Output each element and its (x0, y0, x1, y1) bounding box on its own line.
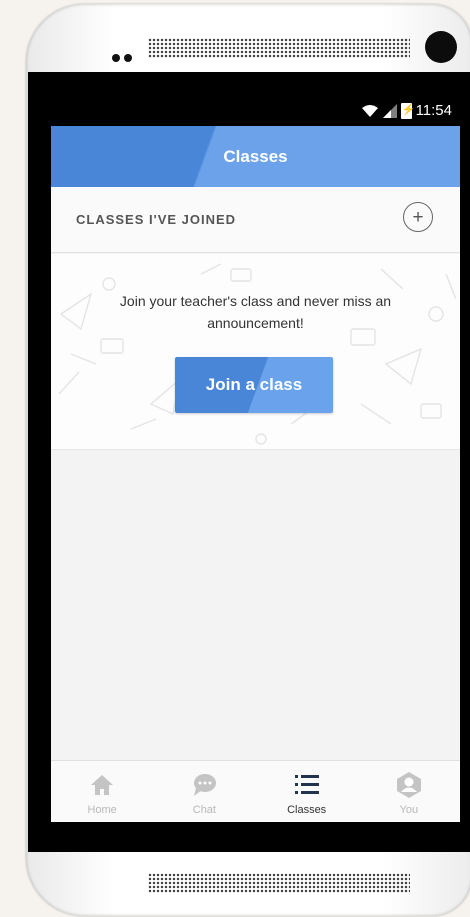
home-icon (91, 775, 114, 795)
join-class-button[interactable]: Join a class (175, 357, 333, 413)
app-bar: Classes (51, 126, 460, 187)
battery-charging-icon (400, 102, 415, 119)
tab-classes[interactable]: Classes (256, 761, 358, 822)
tab-label-you: You (399, 804, 419, 816)
section-title: CLASSES I'VE JOINED (76, 212, 237, 227)
status-time: 11:54 (415, 102, 452, 119)
tab-chat[interactable]: Chat (153, 761, 255, 822)
tab-home[interactable]: Home (51, 761, 153, 822)
tab-label-chat: Chat (192, 804, 216, 816)
app-screen: 11:54 Classes CLASSES I'VE JOINED + (51, 96, 460, 822)
front-camera (425, 31, 457, 63)
top-speaker-grille (148, 38, 410, 58)
wifi-icon (361, 104, 378, 117)
status-bar: 11:54 (51, 96, 460, 126)
bottom-tab-bar: Home Chat Classes You (51, 760, 460, 822)
signal-icon (382, 103, 397, 118)
tab-label-classes: Classes (287, 804, 327, 816)
tab-label-home: Home (87, 804, 117, 816)
school-doodle-background (58, 263, 457, 445)
page-title: Classes (223, 146, 288, 166)
user-icon (396, 772, 421, 798)
add-class-icon[interactable]: + (403, 202, 433, 232)
empty-state-message: Join your teacher's class and never miss… (119, 293, 392, 331)
classes-joined-header: CLASSES I'VE JOINED + (51, 187, 460, 253)
sensor-dots (112, 49, 136, 67)
empty-state-panel: Join your teacher's class and never miss… (51, 254, 460, 450)
bottom-speaker-grille (148, 873, 410, 893)
list-icon (294, 775, 319, 794)
chat-icon (194, 774, 217, 796)
tab-you[interactable]: You (358, 761, 460, 822)
